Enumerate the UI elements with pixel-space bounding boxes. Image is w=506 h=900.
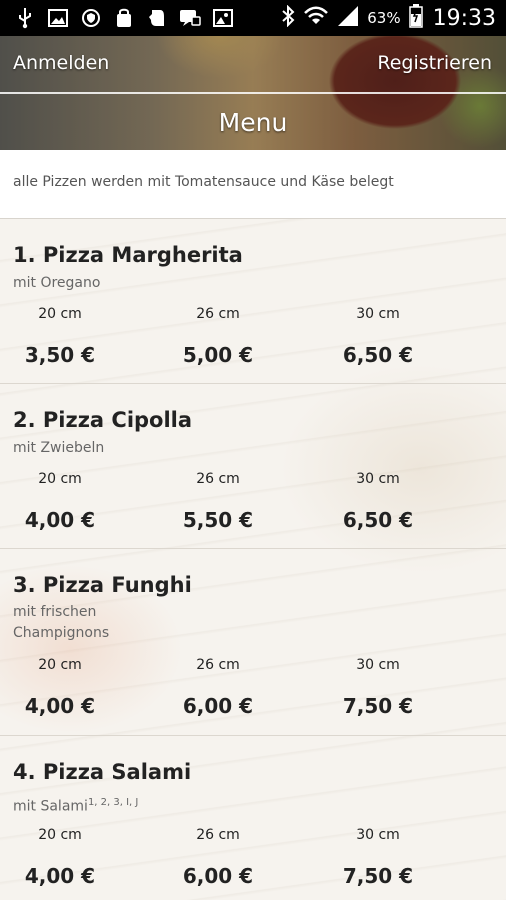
price[interactable]: 7,50 € — [318, 864, 438, 888]
item-title: 1. Pizza Margherita — [13, 243, 243, 267]
menu-item[interactable]: 2. Pizza Cipolla mit Zwiebeln 20 cm 26 c… — [0, 384, 506, 549]
shopping-bag-icon — [113, 7, 135, 29]
header-divider — [0, 92, 506, 94]
price[interactable]: 6,50 € — [318, 343, 438, 367]
size-label: 20 cm — [38, 306, 82, 322]
usb-icon — [14, 7, 36, 29]
size-label: 30 cm — [356, 471, 400, 487]
battery-percent: 63% — [367, 9, 401, 27]
register-link[interactable]: Registrieren — [377, 52, 492, 74]
system-icons: 63% 19:33 — [281, 0, 496, 36]
menu-item[interactable]: 3. Pizza Funghi mit frischen Champignons… — [0, 549, 506, 736]
size-label: 26 cm — [196, 657, 240, 673]
item-description: mit Zwiebeln — [13, 440, 105, 456]
item-title: 3. Pizza Funghi — [13, 573, 192, 597]
info-notice: alle Pizzen werden mit Tomatensauce und … — [0, 150, 506, 219]
bluetooth-icon — [281, 4, 295, 31]
status-bar: 63% 19:33 — [0, 0, 506, 36]
clock: 19:33 — [432, 5, 496, 31]
battery-icon — [408, 4, 423, 32]
price[interactable]: 6,00 € — [158, 694, 278, 718]
price[interactable]: 4,00 € — [0, 694, 120, 718]
price[interactable]: 3,50 € — [0, 343, 120, 367]
menu-item[interactable]: 1. Pizza Margherita mit Oregano 20 cm 26… — [0, 219, 506, 384]
price[interactable]: 4,00 € — [0, 508, 120, 532]
price[interactable]: 6,00 € — [158, 864, 278, 888]
page-title: Menu — [218, 108, 288, 137]
item-description: mit Oregano — [13, 275, 101, 291]
wifi-icon — [303, 5, 329, 31]
menu-list: 1. Pizza Margherita mit Oregano 20 cm 26… — [0, 219, 506, 900]
size-label: 26 cm — [196, 827, 240, 843]
size-label: 20 cm — [38, 827, 82, 843]
menu-item[interactable]: 4. Pizza Salami mit Salami1, 2, 3, I, J … — [0, 736, 506, 900]
price[interactable]: 7,50 € — [318, 694, 438, 718]
evernote-icon — [146, 7, 168, 29]
size-label: 20 cm — [38, 657, 82, 673]
price[interactable]: 5,00 € — [158, 343, 278, 367]
item-description: mit Salami1, 2, 3, I, J — [13, 792, 213, 818]
login-link[interactable]: Anmelden — [13, 52, 109, 74]
price[interactable]: 5,50 € — [158, 508, 278, 532]
notification-icons — [0, 7, 245, 29]
notice-text: alle Pizzen werden mit Tomatensauce und … — [13, 174, 394, 190]
item-description-text: mit Salami — [13, 798, 88, 815]
size-label: 30 cm — [356, 306, 400, 322]
size-label: 30 cm — [356, 657, 400, 673]
image-icon — [47, 7, 69, 29]
size-label: 30 cm — [356, 827, 400, 843]
item-title: 2. Pizza Cipolla — [13, 408, 193, 432]
photo-icon — [212, 7, 234, 29]
chat-icon — [179, 7, 201, 29]
app-header: Anmelden Registrieren Menu — [0, 36, 506, 150]
size-label: 20 cm — [38, 471, 82, 487]
price[interactable]: 6,50 € — [318, 508, 438, 532]
allergen-codes: 1, 2, 3, I, J — [87, 797, 139, 808]
size-label: 26 cm — [196, 471, 240, 487]
item-description: mit frischen Champignons — [13, 604, 110, 641]
shield-icon — [80, 7, 102, 29]
item-title: 4. Pizza Salami — [13, 760, 192, 784]
size-label: 26 cm — [196, 306, 240, 322]
price[interactable]: 4,00 € — [0, 864, 120, 888]
signal-icon — [337, 5, 359, 31]
